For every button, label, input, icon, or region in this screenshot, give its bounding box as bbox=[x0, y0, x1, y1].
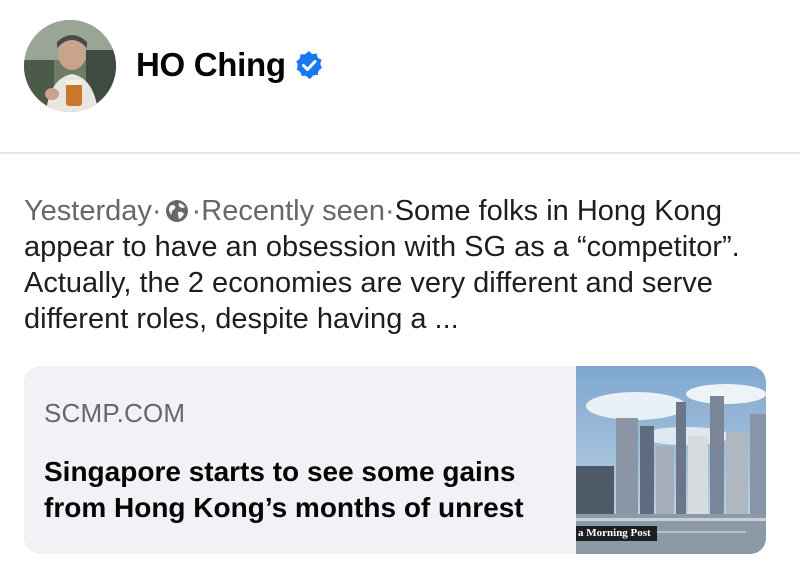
author-name[interactable]: HO Ching bbox=[136, 46, 286, 84]
post-body: Yesterday· ·Recently seen·Some folks in … bbox=[24, 193, 784, 337]
post-status: Recently seen bbox=[201, 195, 386, 227]
avatar[interactable] bbox=[24, 20, 116, 112]
post-timestamp[interactable]: Yesterday bbox=[24, 195, 152, 227]
meta-separator: · bbox=[191, 195, 202, 227]
meta-separator: · bbox=[151, 195, 162, 227]
author-row: HO Ching bbox=[136, 40, 324, 90]
link-domain: SCMP.COM bbox=[44, 398, 186, 428]
header-divider bbox=[0, 152, 800, 154]
verified-icon bbox=[295, 51, 322, 79]
thumbnail-caption: a Morning Post bbox=[576, 526, 657, 541]
post-header: HO Ching bbox=[0, 0, 800, 152]
link-preview-card[interactable]: SCMP.COM Singapore starts to see some ga… bbox=[24, 366, 766, 554]
link-thumbnail[interactable]: a Morning Post bbox=[576, 366, 766, 554]
meta-separator: · bbox=[385, 195, 395, 227]
link-title[interactable]: Singapore starts to see some gains from … bbox=[44, 454, 554, 526]
globe-icon[interactable] bbox=[164, 198, 190, 224]
